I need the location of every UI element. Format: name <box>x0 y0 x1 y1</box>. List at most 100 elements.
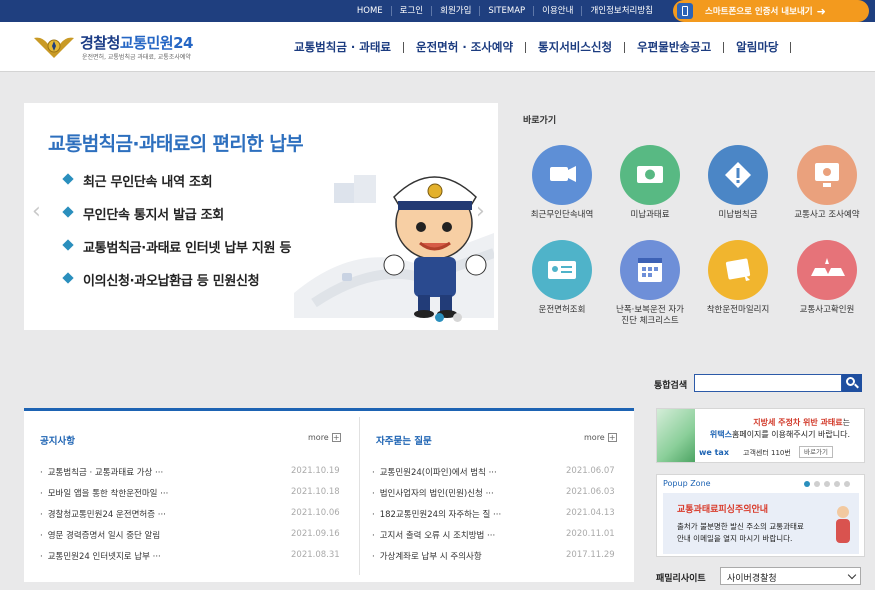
list-item[interactable]: 교통민원24 인터넷지로 납부 ···2021.08.31 <box>40 550 345 571</box>
money-icon <box>620 145 680 205</box>
diamond-bullet-icon <box>62 173 74 185</box>
plus-icon: + <box>331 433 341 442</box>
signup-link[interactable]: 회원가입 <box>431 6 479 16</box>
logo-title: 경찰청교통민원24 <box>80 34 193 52</box>
popup-headline: 교통과태료피싱주의안내 <box>677 505 769 515</box>
pagination-dot[interactable] <box>824 481 830 487</box>
site-logo[interactable]: 경찰청교통민원24 운전면허, 교통범칙금 과태료, 교통조사예약 <box>32 30 232 66</box>
banner-prev-arrow-icon[interactable]: ‹ <box>32 199 41 224</box>
faq-list: 교통민원24(이파인)에서 범칙 ···2021.06.07 법인사업자의 법인… <box>372 466 624 571</box>
login-link[interactable]: 로그인 <box>390 6 431 16</box>
quick-good-driving-mileage[interactable]: 착한운전마일리지 <box>695 240 781 316</box>
nav-returned-mail[interactable]: 우편물반송공고 <box>624 41 723 53</box>
banner-title: 교통범칙금·과태료의 편리한 납부 <box>48 133 304 155</box>
banner-feature-list: 최근 무인단속 내역 조회 무인단속 통지서 발급 조회 교통범칙금·과태료 인… <box>62 171 291 303</box>
search-input[interactable] <box>694 374 842 392</box>
wetax-logo: we tax <box>699 448 729 457</box>
pagination-dot[interactable] <box>804 481 810 487</box>
nav-divider <box>790 42 792 53</box>
main-banner: 교통범칙금·과태료의 편리한 납부 최근 무인단속 내역 조회 무인단속 통지서… <box>24 103 498 330</box>
list-item[interactable]: 가상계좌로 납부 시 주의사항2017.11.29 <box>372 550 624 571</box>
pagination-dot[interactable] <box>453 313 462 322</box>
warning-icon <box>708 145 768 205</box>
popup-line-2: 안내 이메일을 열지 마시기 바랍니다. <box>677 534 793 543</box>
banner-item: 교통범칙금·과태료 인터넷 납부 지원 등 <box>62 237 291 270</box>
nav-notice[interactable]: 알림마당 <box>723 41 790 53</box>
wetax-line-2: 위택스홈페이지를 이용해주시기 바랍니다. <box>709 430 850 439</box>
notice-section: 공지사항 more+ 교통범칙금 · 교통과태료 가상 ···2021.10.1… <box>24 411 359 582</box>
camera-icon <box>532 145 592 205</box>
sitemap-link[interactable]: SITEMAP <box>479 6 533 16</box>
pagination-dot[interactable] <box>844 481 850 487</box>
wetax-tel: 고객센터 110번 <box>743 449 791 457</box>
id-card-icon <box>532 240 592 300</box>
list-item[interactable]: 182교통민원24의 자주하는 질 ···2021.04.13 <box>372 508 624 529</box>
banner-item: 이의신청·과오납환급 등 민원신청 <box>62 270 291 303</box>
quick-license-lookup[interactable]: 운전면허조회 <box>519 240 605 316</box>
popup-zone: Popup Zone 교통과태료피싱주의안내 출처가 불분명한 발신 주소의 교… <box>656 474 865 557</box>
faq-more-button[interactable]: more + <box>584 433 617 442</box>
list-item[interactable]: 교통민원24(이파인)에서 범칙 ···2021.06.07 <box>372 466 624 487</box>
search-label: 통합검색 <box>654 381 688 391</box>
search-button[interactable] <box>842 374 862 392</box>
main-navigation: 교통범칙금 · 과태료 운전면허 · 조사예약 통지서비스신청 우편물반송공고 … <box>290 41 792 53</box>
pagination-dot[interactable] <box>834 481 840 487</box>
logo-subtitle: 운전면허, 교통범칙금 과태료, 교통조사예약 <box>82 54 191 61</box>
quick-unpaid-fines[interactable]: 미납과태료 <box>607 145 693 221</box>
quick-links-title: 바로가기 <box>523 116 557 126</box>
export-certificate-button[interactable]: 스마트폰으로 인증서 내보내기 ➜ <box>673 0 869 22</box>
monitor-icon <box>797 145 857 205</box>
list-item[interactable]: 고지서 출력 오류 시 조치방법 ···2020.11.01 <box>372 529 624 550</box>
popup-slide[interactable]: 교통과태료피싱주의안내 출처가 불분명한 발신 주소의 교통과태료 안내 이메일… <box>663 493 859 554</box>
banner-next-arrow-icon[interactable]: › <box>476 199 485 224</box>
calendar-icon <box>620 240 680 300</box>
notice-more-button[interactable]: more + <box>308 433 341 442</box>
quick-unpaid-penalty[interactable]: 미납범칙금 <box>695 145 781 221</box>
person-icon <box>836 506 850 543</box>
list-item[interactable]: 교통범칙금 · 교통과태료 가상 ···2021.10.19 <box>40 466 345 487</box>
wetax-go-button[interactable]: 바로가기 <box>799 446 833 458</box>
export-certificate-label: 스마트폰으로 인증서 내보내기 <box>705 7 813 17</box>
family-site-select[interactable]: 사이버경찰청 <box>720 567 861 585</box>
pagination-dot[interactable] <box>814 481 820 487</box>
family-site-label: 패밀리사이트 <box>656 574 706 584</box>
quick-recent-enforcement[interactable]: 최근무인단속내역 <box>519 145 605 221</box>
car-crash-icon <box>797 240 857 300</box>
plus-icon: + <box>607 433 617 442</box>
mileage-card-icon <box>708 240 768 300</box>
guide-link[interactable]: 이용안내 <box>533 6 581 16</box>
privacy-link[interactable]: 개인정보처리방침 <box>581 6 661 16</box>
popup-pagination <box>804 481 850 487</box>
police-emblem-icon <box>34 37 74 58</box>
quick-accident-certificate[interactable]: 교통사고확인원 <box>784 240 870 316</box>
list-item[interactable]: 모바일 앱을 통한 착한운전마일 ···2021.10.18 <box>40 487 345 508</box>
popup-line-1: 출처가 불분명한 발신 주소의 교통과태료 <box>677 522 804 531</box>
diamond-bullet-icon <box>62 206 74 218</box>
list-item[interactable]: 경찰청교통민원24 운전면허증 ···2021.10.06 <box>40 508 345 529</box>
arrow-right-icon: ➜ <box>816 4 826 18</box>
top-utility-bar: HOME 로그인 회원가입 SITEMAP 이용안내 개인정보처리방침 스마트폰… <box>0 0 875 22</box>
site-header: 경찰청교통민원24 운전면허, 교통범칙금 과태료, 교통조사예약 교통범칙금 … <box>0 22 875 72</box>
police-mascot-illustration <box>294 175 494 318</box>
wetax-line-1: 지방세 주정차 위반 과태료는 <box>753 418 850 427</box>
chevron-down-icon <box>847 570 857 580</box>
list-item[interactable]: 법인사업자의 법인(민원)신청 ···2021.06.03 <box>372 487 624 508</box>
banner-item: 최근 무인단속 내역 조회 <box>62 171 291 204</box>
quick-reckless-driving-checklist[interactable]: 난폭·보복운전 자가진단 체크리스트 <box>607 240 693 327</box>
pagination-dot[interactable] <box>435 313 444 322</box>
faq-title: 자주묻는 질문 <box>376 436 432 447</box>
faq-section: 자주묻는 질문 more+ 교통민원24(이파인)에서 범칙 ···2021.0… <box>360 411 634 582</box>
nav-license[interactable]: 운전면허 · 조사예약 <box>403 41 525 53</box>
banner-item: 무인단속 통지서 발급 조회 <box>62 204 291 237</box>
quick-accident-reservation[interactable]: 교통사고 조사예약 <box>784 145 870 221</box>
diamond-bullet-icon <box>62 272 74 284</box>
nav-notification[interactable]: 통지서비스신청 <box>525 41 624 53</box>
notice-title: 공지사항 <box>40 436 75 447</box>
diamond-bullet-icon <box>62 239 74 251</box>
home-link[interactable]: HOME <box>349 6 391 16</box>
nav-fines[interactable]: 교통범칙금 · 과태료 <box>290 41 403 53</box>
list-item[interactable]: 영문 경력증명서 일시 중단 알림2021.09.16 <box>40 529 345 550</box>
wetax-banner[interactable]: 지방세 주정차 위반 과태료는 위택스홈페이지를 이용해주시기 바랍니다. we… <box>656 408 865 463</box>
banner-pagination <box>435 313 462 322</box>
popup-zone-title: Popup Zone <box>663 479 711 488</box>
